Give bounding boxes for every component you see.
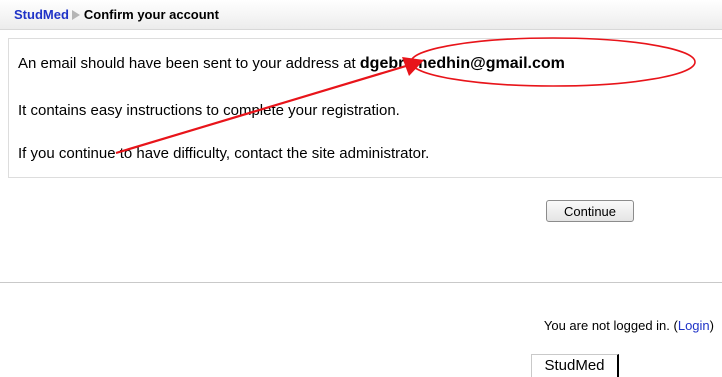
message-box: An email should have been sent to your a…: [8, 38, 722, 178]
email-sent-text: An email should have been sent to your a…: [18, 55, 360, 72]
login-status-text: You are not logged in. (: [543, 318, 678, 333]
login-status-suffix: ): [709, 318, 714, 333]
breadcrumb: StudMed Confirm your account: [14, 7, 219, 22]
difficulty-message: If you continue to have difficulty, cont…: [18, 145, 430, 162]
login-link[interactable]: Login: [678, 318, 710, 333]
login-info: You are not logged in. (Login): [544, 318, 714, 333]
email-sent-message: An email should have been sent to your a…: [18, 55, 565, 73]
navbar: StudMed Confirm your account: [0, 0, 722, 30]
instructions-message: It contains easy instructions to complet…: [18, 102, 400, 119]
triangle-right-icon: [71, 9, 80, 20]
breadcrumb-site-link[interactable]: StudMed: [14, 7, 69, 22]
page-title: Confirm your account: [83, 7, 219, 22]
home-link[interactable]: StudMed: [531, 354, 619, 377]
email-address: dgebremedhin@gmail.com: [359, 55, 565, 72]
footer-divider: [0, 282, 722, 283]
continue-button[interactable]: Continue: [546, 200, 634, 222]
